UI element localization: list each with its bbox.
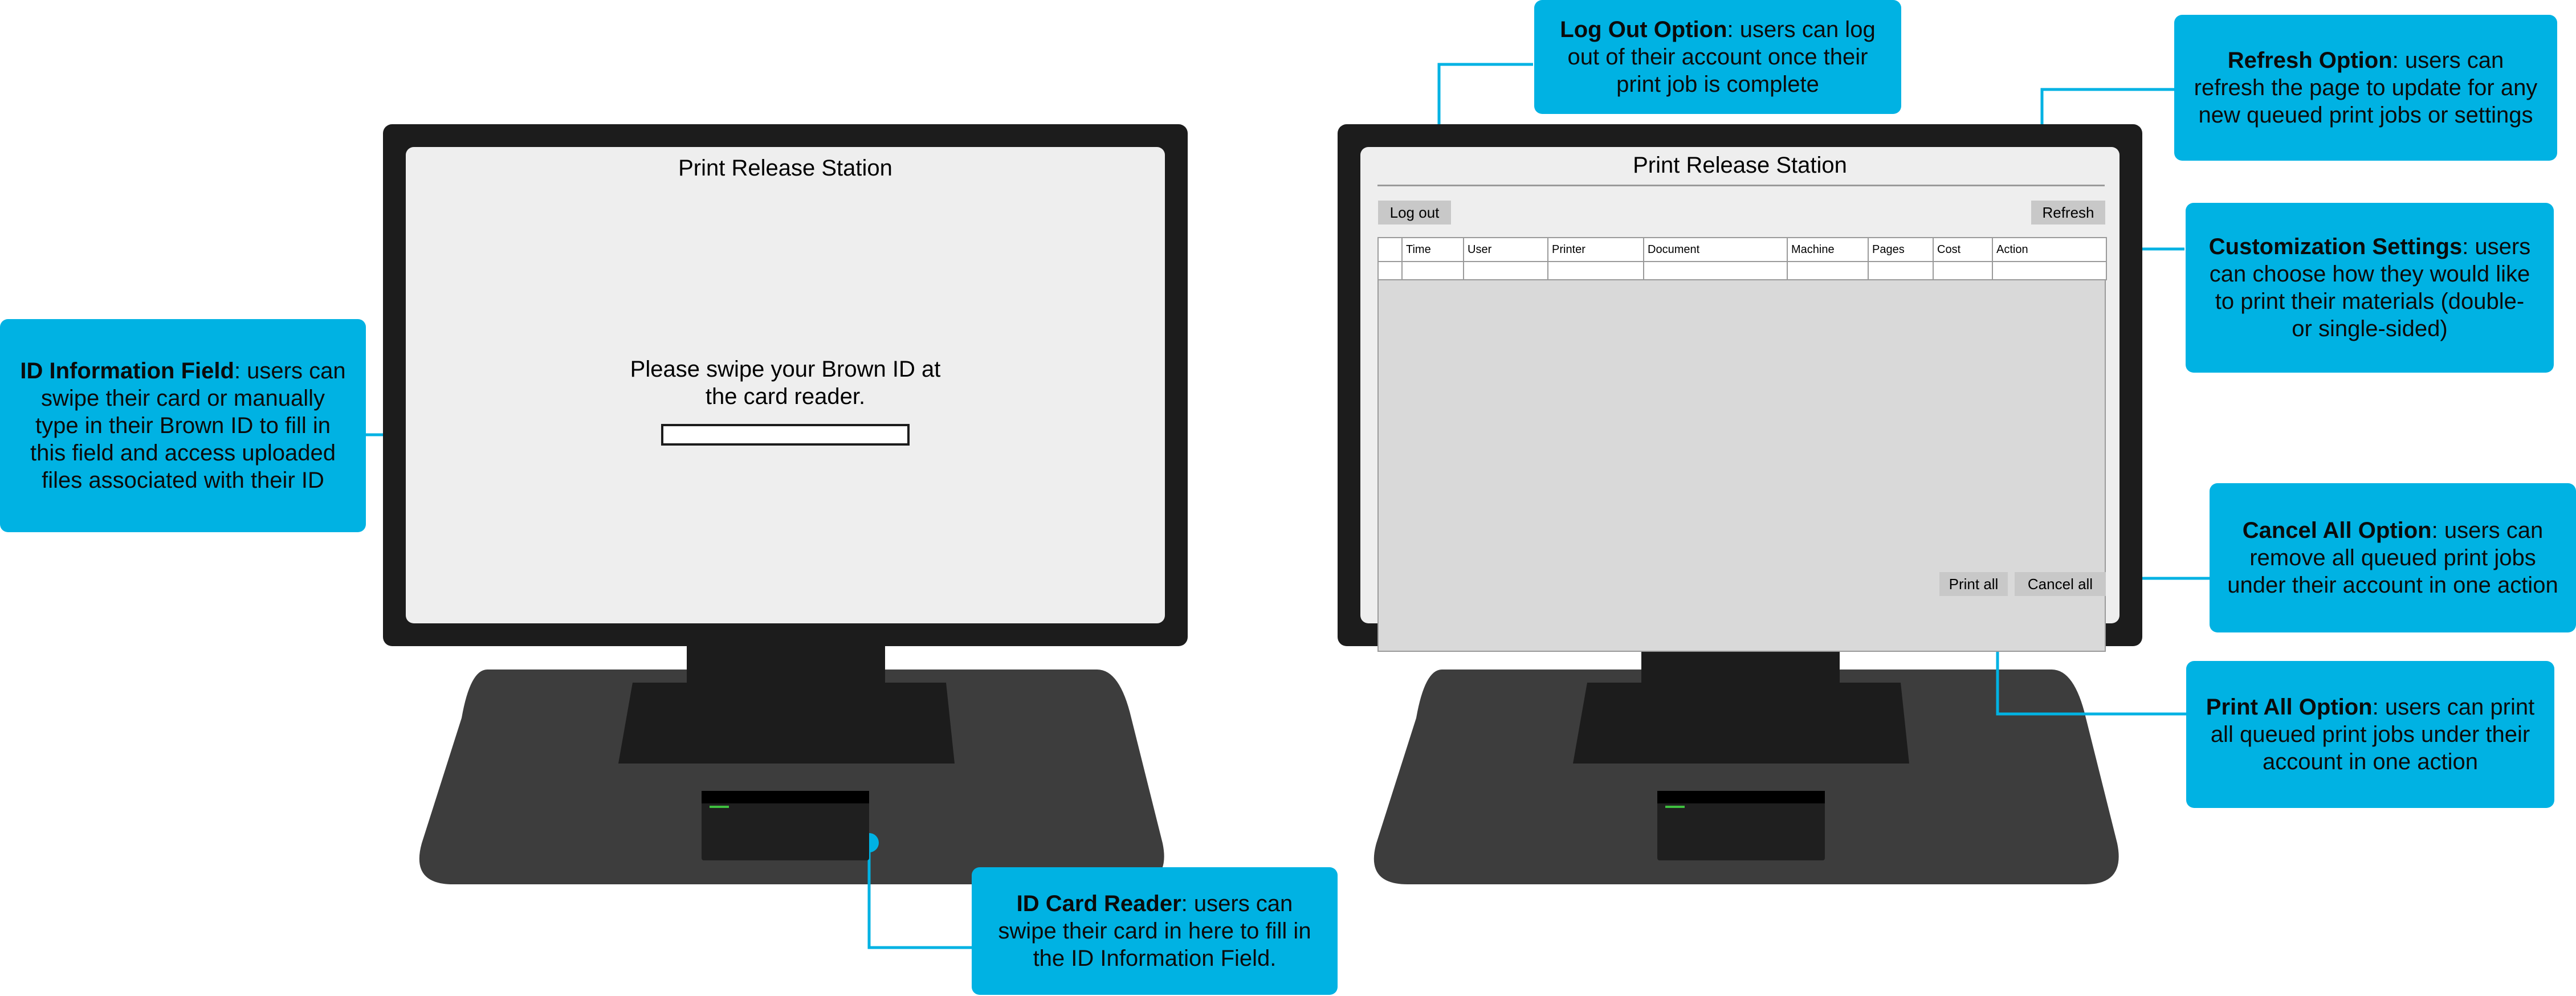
right-monitor-screen: Print Release Station Log out Refresh Ti… bbox=[1360, 147, 2120, 652]
callout-title: Refresh Option bbox=[2227, 48, 2392, 73]
table-header-row: Time User Printer Document Machine Pages… bbox=[1377, 237, 2107, 262]
right-stand-base bbox=[1573, 683, 1909, 764]
column-header-printer[interactable]: Printer bbox=[1547, 237, 1644, 262]
column-header-cost[interactable]: Cost bbox=[1933, 237, 1993, 262]
callout-customization-settings: Customization Settings: users can choose… bbox=[2186, 203, 2554, 373]
left-card-reader[interactable] bbox=[702, 786, 869, 860]
callout-title: Log Out Option bbox=[1560, 17, 1727, 42]
callout-title: ID Card Reader bbox=[1016, 891, 1181, 916]
column-header-select bbox=[1377, 237, 1403, 262]
column-header-action[interactable]: Action bbox=[1992, 237, 2107, 262]
id-information-field[interactable] bbox=[661, 424, 910, 446]
callout-cancel-all-option: Cancel All Option: users can remove all … bbox=[2210, 483, 2576, 632]
title-divider bbox=[1377, 185, 2105, 186]
card-reader-led bbox=[710, 806, 729, 808]
left-stand-base bbox=[618, 683, 955, 764]
print-all-button[interactable]: Print all bbox=[1939, 572, 2008, 596]
callout-title: Print All Option bbox=[2206, 695, 2373, 720]
column-header-user[interactable]: User bbox=[1463, 237, 1548, 262]
callout-refresh-option: Refresh Option: users can refresh the pa… bbox=[2174, 15, 2557, 161]
card-reader-slot bbox=[1657, 791, 1825, 803]
card-reader-body bbox=[1657, 803, 1825, 860]
right-card-reader[interactable] bbox=[1657, 786, 1825, 860]
callout-id-card-reader: ID Card Reader: users can swipe their ca… bbox=[972, 867, 1338, 995]
card-reader-led bbox=[1665, 806, 1685, 808]
refresh-button[interactable]: Refresh bbox=[2031, 201, 2105, 224]
callout-title: ID Information Field bbox=[20, 358, 234, 383]
left-monitor-neck bbox=[687, 644, 885, 684]
logout-button[interactable]: Log out bbox=[1378, 201, 1451, 224]
callout-print-all-option: Print All Option: users can print all qu… bbox=[2186, 661, 2554, 808]
card-reader-body bbox=[702, 803, 869, 860]
right-screen-title: Print Release Station bbox=[1633, 153, 1847, 178]
callout-title: Cancel All Option bbox=[2242, 518, 2432, 543]
left-monitor-screen: Print Release Station Please swipe your … bbox=[406, 147, 1165, 623]
column-header-pages[interactable]: Pages bbox=[1868, 237, 1934, 262]
callout-id-information-field: ID Information Field: users can swipe th… bbox=[0, 319, 366, 532]
print-jobs-table: Time User Printer Document Machine Pages… bbox=[1377, 237, 2107, 280]
callout-title: Customization Settings bbox=[2208, 234, 2463, 259]
column-header-machine[interactable]: Machine bbox=[1787, 237, 1869, 262]
column-header-time[interactable]: Time bbox=[1401, 237, 1464, 262]
column-header-document[interactable]: Document bbox=[1643, 237, 1788, 262]
callout-log-out-option: Log Out Option: users can log out of the… bbox=[1534, 0, 1901, 114]
card-reader-slot bbox=[702, 791, 869, 803]
table-row[interactable] bbox=[1377, 261, 2107, 280]
cancel-all-button[interactable]: Cancel all bbox=[2015, 572, 2106, 596]
swipe-id-prompt: Please swipe your Brown ID at the card r… bbox=[630, 357, 941, 409]
left-screen-title: Print Release Station bbox=[678, 156, 892, 181]
